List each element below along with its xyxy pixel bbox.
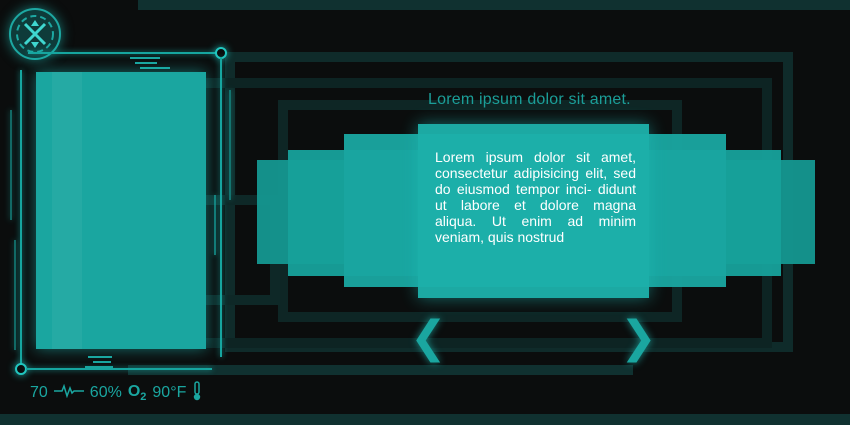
left-frame-top-line [28, 52, 220, 54]
chevron-left-icon[interactable]: ❮ [410, 316, 447, 360]
content-title: Lorem ipsum dolor sit amet. [428, 91, 631, 108]
right-tick-1 [229, 90, 231, 200]
right-tick-2 [214, 195, 216, 255]
bg-strip [128, 365, 633, 375]
dash-bottom-3 [85, 366, 113, 368]
content-body-text: Lorem ipsum dolor sit amet, consectetur … [435, 149, 636, 245]
status-bar: 70 60% O2 90°F [30, 380, 202, 406]
left-frame-left-line [20, 70, 22, 364]
left-frame-right-line [220, 57, 222, 357]
dash-top-1 [130, 57, 160, 59]
thermometer-icon [192, 380, 202, 406]
dash-bottom-1 [88, 356, 112, 358]
heart-rate-value: 70 [30, 384, 48, 401]
chevron-right-icon[interactable]: ❯ [620, 316, 657, 360]
top-edge-bar [138, 0, 850, 10]
dash-top-2 [135, 62, 157, 64]
left-frame-bottom-line [26, 368, 212, 370]
left-tick-2 [14, 240, 16, 350]
oxygen-label: O2 [127, 382, 147, 404]
heartbeat-icon [53, 383, 84, 403]
left-tick-1 [10, 110, 12, 220]
temperature-value: 90°F [152, 384, 187, 401]
dash-bottom-2 [93, 361, 111, 363]
left-panel-highlight [52, 72, 82, 349]
dash-top-3 [140, 67, 170, 69]
bottom-edge-bar [0, 414, 850, 425]
percent-value: 60% [89, 384, 122, 401]
